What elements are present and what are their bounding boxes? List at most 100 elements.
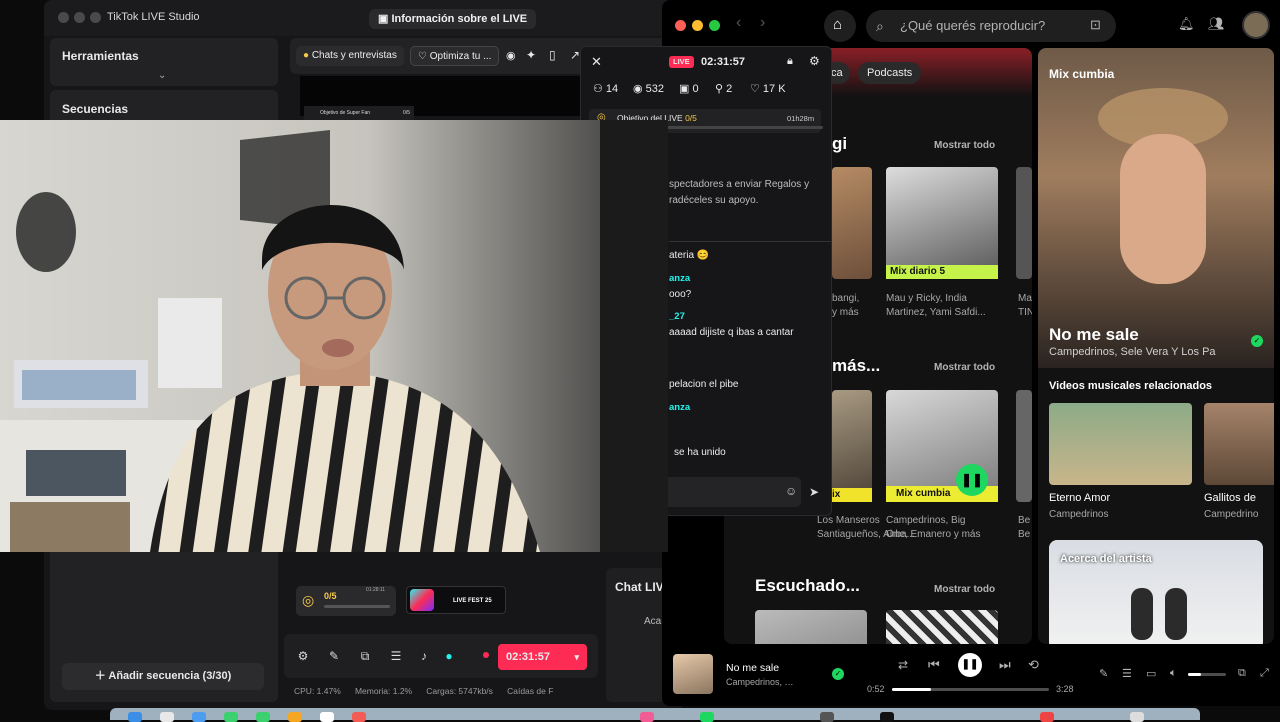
bell-icon[interactable]: 🔔︎ [1178,16,1195,32]
related-video-artist[interactable]: Campedrino [1204,509,1258,520]
music-icon[interactable] [352,712,366,722]
queue-icon[interactable]: ☰ [1122,667,1132,680]
next-track-icon[interactable]: ⏭︎ [999,657,1011,673]
app-icon[interactable] [640,712,654,722]
home-button[interactable]: ⌂ [824,10,856,42]
song-artists[interactable]: Campedrinos, Sele Vera Y Los Pa [1049,346,1221,358]
song-title[interactable]: No me sale [1049,325,1139,345]
now-playing-artist[interactable]: Campedrinos, Sele [726,677,798,687]
forward-arrow-icon[interactable]: › [760,14,765,32]
sliders-icon[interactable]: ☰ [389,649,403,663]
live-info-button[interactable]: ▣ Información sobre el LIVE [369,9,537,29]
app-icon[interactable] [820,712,834,722]
magic-wand-icon[interactable]: ✎ [327,649,341,663]
fullscreen-icon[interactable]: ⤢ [1260,667,1269,680]
related-video-title[interactable]: Gallitos de [1204,492,1256,504]
volume-icon[interactable]: 🔈︎ [1170,667,1177,680]
chat-message: aaaad dijiste q ibas a cantar [669,327,794,338]
pause-button[interactable]: ❚❚ [956,464,988,496]
related-video-thumb[interactable] [1049,403,1192,485]
close-window-button[interactable] [675,20,686,31]
mix-card-cover[interactable]: ix [832,390,872,502]
send-icon[interactable]: ➤ [809,485,819,499]
show-all-link-3[interactable]: Mostrar todo [934,584,995,595]
zoom-window-button[interactable] [90,12,101,23]
avatar[interactable] [1242,11,1270,39]
phone-icon[interactable]: ▯ [549,48,556,62]
recent-card-cover[interactable] [755,610,867,644]
play-pause-button[interactable]: ❚❚ [958,653,982,677]
chat-live-title: Chat LIV [615,580,664,594]
previous-track-icon[interactable]: ⏮︎ [928,657,940,673]
liked-check-icon[interactable]: ✓ [832,668,844,680]
live-fest-banner[interactable]: LIVE FEST 25 [406,586,506,614]
minimize-window-button[interactable] [692,20,703,31]
volume-slider[interactable] [1188,673,1226,676]
tiktok-studio-dock-icon[interactable] [880,712,894,722]
related-video-thumb[interactable] [1204,403,1274,485]
now-playing-title[interactable]: No me sale [726,662,779,674]
mix-card-cover[interactable] [832,167,872,279]
now-playing-cover[interactable] [673,654,713,694]
lock-icon[interactable]: 🔒︎ [787,55,793,68]
related-videos-title: Videos musicales relacionados [1049,380,1213,392]
share-icon[interactable]: ↗ [570,48,580,62]
settings-icon[interactable]: ⚙ [296,649,310,663]
devices-icon[interactable]: ▭ [1146,667,1156,680]
safari-icon[interactable] [192,712,206,722]
liked-check-icon[interactable]: ✓ [1251,335,1263,347]
back-arrow-icon[interactable]: ‹ [736,14,741,32]
mix-card-cover[interactable] [1016,167,1032,279]
about-artist-card[interactable]: Acerca del artista [1049,540,1263,644]
app-icon[interactable] [1040,712,1054,722]
goal-widget[interactable]: ◎ 0/5 01:28:11 [296,586,396,616]
chat-username[interactable]: anza [669,402,690,413]
minimize-window-button[interactable] [74,12,85,23]
sparkle-icon[interactable]: ✦ [526,48,536,62]
finder-icon[interactable] [128,712,142,722]
trash-icon[interactable] [1130,712,1144,722]
spotify-dock-icon[interactable] [700,712,714,722]
add-sequence-button[interactable]: ＋ Añadir secuencia (3/30) [62,663,264,690]
friends-icon[interactable]: 👥︎ [1208,16,1225,32]
layers-icon[interactable]: ⧉ [358,649,372,663]
volume-icon[interactable]: ♪ [417,649,431,663]
emoji-icon[interactable]: ☺ [785,484,797,498]
bulb-icon: ♡ [418,51,430,62]
end-live-button[interactable]: 02:31:57 ▾ [498,644,587,670]
mini-player-icon[interactable]: ⧉ [1238,667,1246,680]
shuffle-icon[interactable]: ⇄ [898,658,908,672]
launchpad-icon[interactable] [160,712,174,722]
chat-username[interactable]: _27 [669,311,685,322]
progress-bar[interactable] [892,688,1049,691]
repeat-icon[interactable]: ⟲ [1028,657,1039,673]
chat-username[interactable]: anza [669,273,690,284]
related-video-artist[interactable]: Campedrinos [1049,509,1108,520]
search-input[interactable]: ⌕ ¿Qué querés reproducir? [866,10,1116,42]
tab-chats-interviews[interactable]: ● Chats y entrevistas [296,46,404,66]
playlist-name[interactable]: Mix cumbia [1049,67,1114,81]
lyrics-icon[interactable]: ✎ [1099,667,1108,680]
tab-optimize[interactable]: ♡ Optimiza tu ... [410,46,500,66]
recent-card-cover[interactable] [886,610,998,644]
mix-card-cover[interactable]: Mix cumbia ❚❚ [886,390,998,502]
messages-icon[interactable] [224,712,238,722]
close-window-button[interactable] [58,12,69,23]
show-all-link-1[interactable]: Mostrar todo [934,140,995,151]
mix-card-subtitle: bangi, y más [832,293,860,318]
mix-card-cover[interactable] [1016,390,1032,502]
mix-card-cover[interactable]: Mix diario 5 [886,167,998,279]
browse-icon[interactable]: ⊡ [1090,17,1101,33]
close-icon[interactable]: ✕ [591,54,602,70]
show-all-link-2[interactable]: Mostrar todo [934,362,995,373]
record-icon[interactable]: ◉ [506,49,516,62]
chevron-down-icon[interactable]: ⌄ [158,70,166,81]
facetime-icon[interactable] [256,712,270,722]
related-video-title[interactable]: Eterno Amor [1049,492,1110,504]
calendar-icon[interactable] [320,712,334,722]
microphone-icon[interactable]: ● [442,649,456,663]
photos-icon[interactable] [288,712,302,722]
gear-icon[interactable]: ⚙ [809,54,820,68]
zoom-window-button[interactable] [709,20,720,31]
chip-podcasts[interactable]: Podcasts [858,62,922,84]
